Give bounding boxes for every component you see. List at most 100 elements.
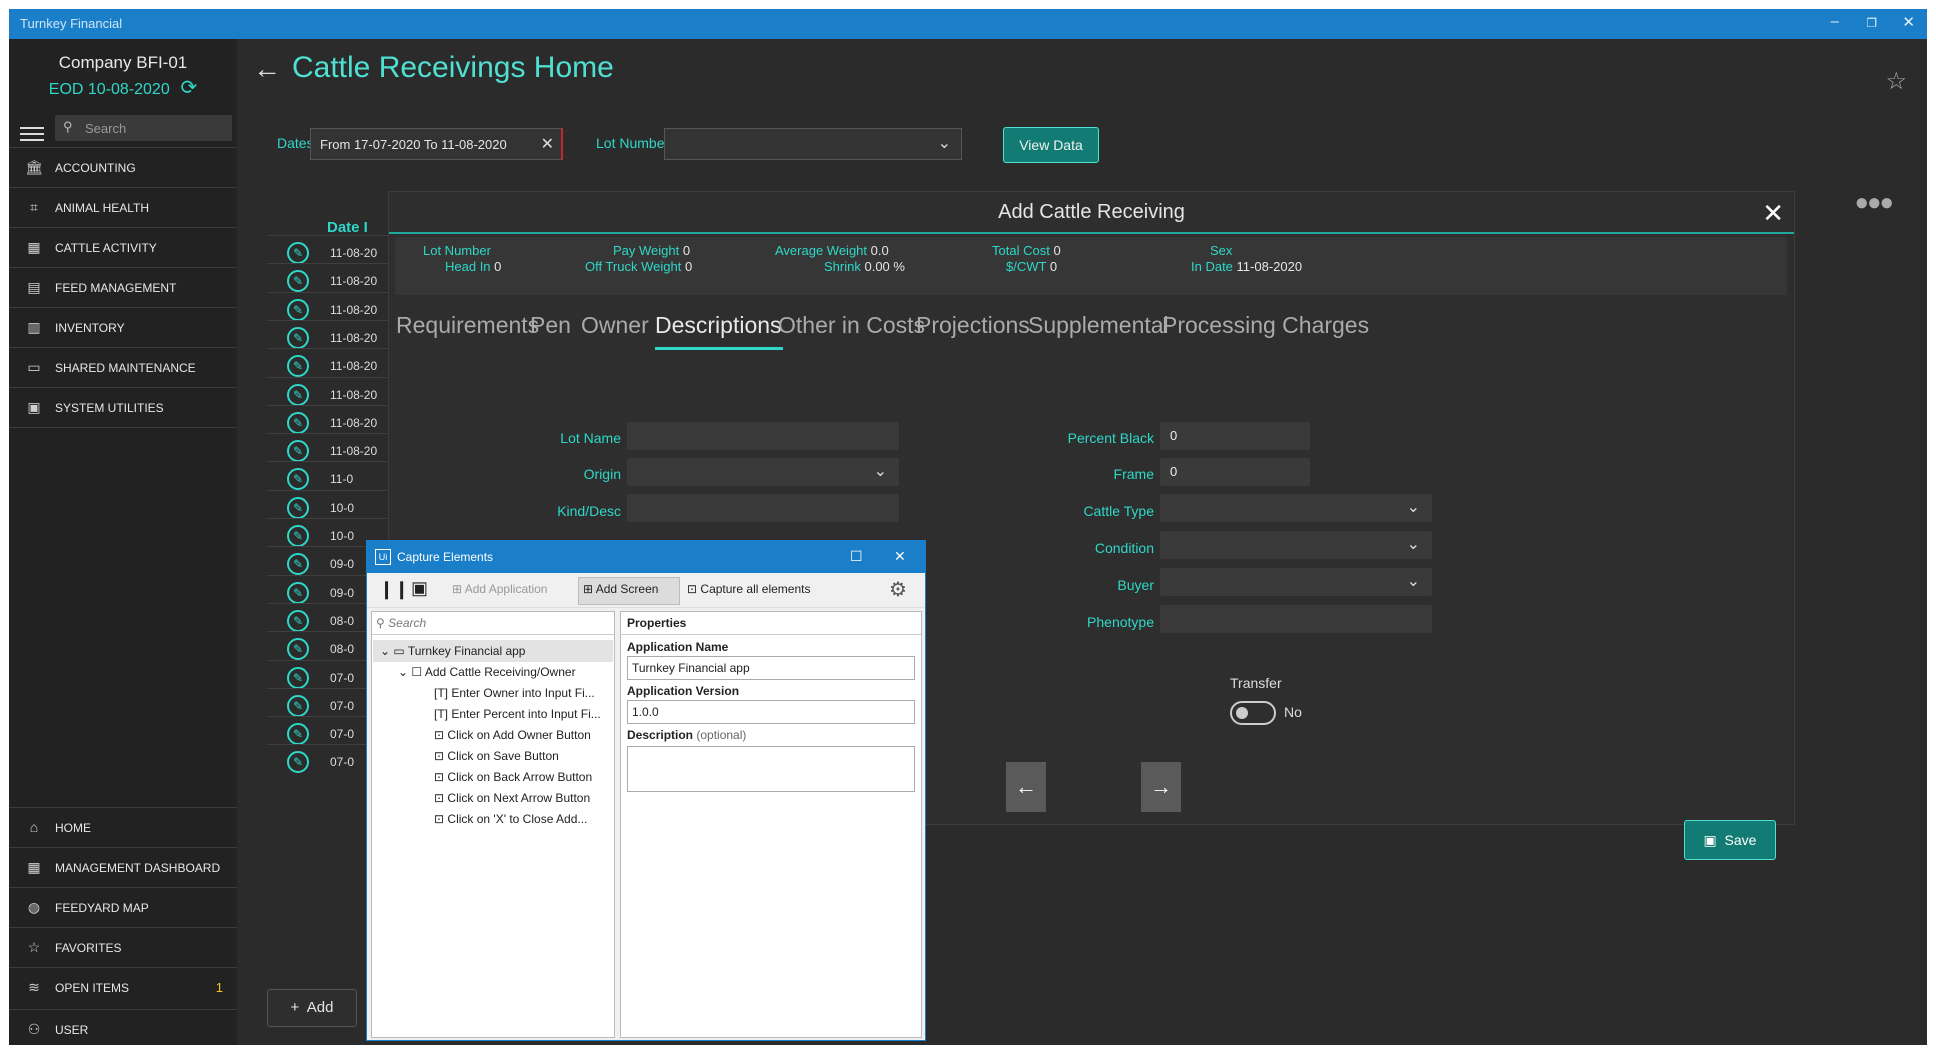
tree-search-input[interactable]: ⚲ Search — [376, 616, 426, 630]
close-capture-icon[interactable]: ✕ — [894, 548, 906, 565]
edit-pencil-icon[interactable]: ✎ — [287, 609, 309, 632]
tree-element-node[interactable]: ⊡ Click on Save Button — [434, 749, 559, 763]
edit-pencil-icon[interactable]: ✎ — [287, 581, 309, 604]
tree-app-node[interactable]: ⌄ ▭ Turnkey Financial app — [380, 644, 525, 658]
favorite-star-icon[interactable]: ☆ — [1885, 67, 1907, 96]
gear-icon[interactable]: ⚙ — [889, 577, 907, 602]
kind-desc-input[interactable] — [627, 494, 899, 522]
back-arrow-icon[interactable]: ← — [253, 53, 281, 85]
sidebar-item-feedyard-map[interactable]: ◍ FEEDYARD MAP — [9, 887, 237, 927]
edit-pencil-icon[interactable]: ✎ — [287, 298, 309, 321]
sidebar-item-system-utilities[interactable]: ▣ SYSTEM UTILITIES — [9, 387, 237, 427]
edit-pencil-icon[interactable]: ✎ — [287, 440, 309, 463]
cattle-type-select[interactable]: ⌄ — [1160, 494, 1432, 522]
tab-pen[interactable]: Pen — [530, 312, 571, 339]
chevron-down-icon: ⌄ — [873, 463, 887, 480]
description-textarea[interactable] — [627, 746, 915, 792]
clear-dates-icon[interactable]: ✕ — [541, 134, 554, 154]
edit-pencil-icon[interactable]: ✎ — [287, 355, 309, 378]
tab-requirements[interactable]: Requirements — [396, 312, 539, 339]
frame-input[interactable]: 0 — [1160, 458, 1310, 486]
edit-pencil-icon[interactable]: ✎ — [287, 411, 309, 434]
transfer-toggle[interactable] — [1230, 701, 1276, 725]
edit-pencil-icon[interactable]: ✎ — [287, 638, 309, 661]
add-screen-button[interactable]: ⊞ Add Screen — [583, 582, 658, 596]
edit-pencil-icon[interactable]: ✎ — [287, 468, 309, 491]
tree-screen-node[interactable]: ⌄ ☐ Add Cattle Receiving/Owner — [398, 665, 576, 679]
add-application-button[interactable]: ⊞ Add Application — [452, 582, 547, 596]
element-tree-panel: ⚲ Search ⌄ ▭ Turnkey Financial app ⌄ ☐ A… — [371, 611, 615, 1038]
sidebar-item-management-dashboard[interactable]: ▦ MANAGEMENT DASHBOARD — [9, 847, 237, 887]
tab-descriptions[interactable]: Descriptions — [655, 312, 782, 339]
edit-pencil-icon[interactable]: ✎ — [287, 525, 309, 547]
sidebar-item-label: MANAGEMENT DASHBOARD — [55, 861, 221, 875]
sidebar-item-cattle-activity[interactable]: ▦ CATTLE ACTIVITY — [9, 227, 237, 267]
tree-element-node[interactable]: ⊡ Click on 'X' to Close Add... — [434, 812, 587, 826]
uipath-logo-icon: Ui — [375, 549, 391, 565]
edit-pencil-icon[interactable]: ✎ — [287, 553, 309, 576]
tree-element-node[interactable]: ⊡ Click on Add Owner Button — [434, 728, 591, 742]
view-data-button[interactable]: View Data — [1003, 127, 1099, 163]
more-options-icon[interactable]: ●●● — [1855, 189, 1894, 217]
minimize-icon[interactable]: – — [1831, 13, 1839, 30]
lot-name-input[interactable] — [627, 422, 899, 450]
add-button[interactable]: + Add — [267, 989, 357, 1027]
sidebar-item-shared-maintenance[interactable]: ▭ SHARED MAINTENANCE — [9, 347, 237, 387]
sidebar-search-input[interactable]: ⚲ Search — [55, 115, 232, 141]
origin-select[interactable]: ⌄ — [627, 458, 899, 486]
tree-element-node[interactable]: [T] Enter Owner into Input Fi... — [434, 686, 595, 700]
click-icon: ⊡ — [434, 770, 445, 784]
edit-pencil-icon[interactable]: ✎ — [287, 751, 309, 774]
app-name-input[interactable]: Turnkey Financial app — [627, 656, 915, 680]
tab-projections[interactable]: Projections — [916, 312, 1030, 339]
tab-supplemental[interactable]: Supplemental — [1028, 312, 1169, 339]
tab-other-in-costs[interactable]: Other in Costs — [778, 312, 925, 339]
shrink-label: Shrink — [824, 259, 861, 274]
phenotype-input[interactable] — [1160, 605, 1432, 633]
maximize-icon[interactable]: ☐ — [850, 548, 863, 565]
edit-pencil-icon[interactable]: ✎ — [287, 694, 309, 717]
edit-pencil-icon[interactable]: ✎ — [287, 242, 309, 264]
edit-pencil-icon[interactable]: ✎ — [287, 666, 309, 689]
percent-black-input[interactable]: 0 — [1160, 422, 1310, 450]
app-version-input[interactable]: 1.0.0 — [627, 700, 915, 724]
edit-pencil-icon[interactable]: ✎ — [287, 496, 309, 519]
capture-all-button[interactable]: ⊡ Capture all elements — [687, 582, 810, 596]
next-arrow-button[interactable]: → — [1141, 762, 1181, 812]
buyer-select[interactable]: ⌄ — [1160, 568, 1432, 596]
edit-pencil-icon[interactable]: ✎ — [287, 383, 309, 406]
lot-number-select[interactable]: ⌄ — [664, 128, 962, 160]
sidebar-item-animal-health[interactable]: ⌗ ANIMAL HEALTH — [9, 187, 237, 227]
click-icon: ⊡ — [434, 728, 445, 742]
edit-pencil-icon[interactable]: ✎ — [287, 326, 309, 349]
save-button[interactable]: ▣ Save — [1684, 820, 1776, 860]
sidebar-item-home[interactable]: ⌂ HOME — [9, 807, 237, 847]
dates-input[interactable]: From 17-07-2020 To 11-08-2020 ✕ — [310, 128, 563, 160]
tree-element-label: Click on Back Arrow Button — [447, 770, 593, 784]
hamburger-menu-icon[interactable] — [20, 123, 44, 145]
back-arrow-button[interactable]: ← — [1006, 762, 1046, 812]
close-window-icon[interactable]: ✕ — [1902, 13, 1915, 31]
lot-number-label: Lot Number — [596, 135, 670, 151]
tree-element-node[interactable]: [T] Enter Percent into Input Fi... — [434, 707, 601, 721]
sidebar-item-favorites[interactable]: ☆ FAVORITES — [9, 927, 237, 967]
restore-icon[interactable]: ❐ — [1866, 16, 1877, 30]
refresh-icon[interactable]: ⟳ — [180, 77, 197, 99]
tree-element-node[interactable]: ⊡ Click on Next Arrow Button — [434, 791, 590, 805]
sidebar-item-open-items[interactable]: ≋ OPEN ITEMS 1 — [9, 967, 237, 1007]
condition-select[interactable]: ⌄ — [1160, 531, 1432, 559]
sidebar-item-inventory[interactable]: ▥ INVENTORY — [9, 307, 237, 347]
date-column-header[interactable]: Date I — [327, 219, 368, 236]
edit-pencil-icon[interactable]: ✎ — [287, 270, 309, 293]
description-label-text: Description — [627, 728, 694, 742]
save-floppy-icon[interactable]: ▣ — [411, 578, 428, 599]
edit-pencil-icon[interactable]: ✎ — [287, 723, 309, 746]
sidebar-item-user[interactable]: ⚇ USER — [9, 1009, 237, 1045]
tab-owner[interactable]: Owner — [581, 312, 649, 339]
pause-icon[interactable]: ❙❙ — [379, 579, 409, 600]
sidebar-item-feed-management[interactable]: ▤ FEED MANAGEMENT — [9, 267, 237, 307]
tab-processing-charges[interactable]: Processing Charges — [1162, 312, 1369, 339]
close-modal-icon[interactable]: ✕ — [1762, 198, 1784, 229]
sidebar-item-accounting[interactable]: 🏛 ACCOUNTING — [9, 147, 237, 187]
tree-element-node[interactable]: ⊡ Click on Back Arrow Button — [434, 770, 592, 784]
